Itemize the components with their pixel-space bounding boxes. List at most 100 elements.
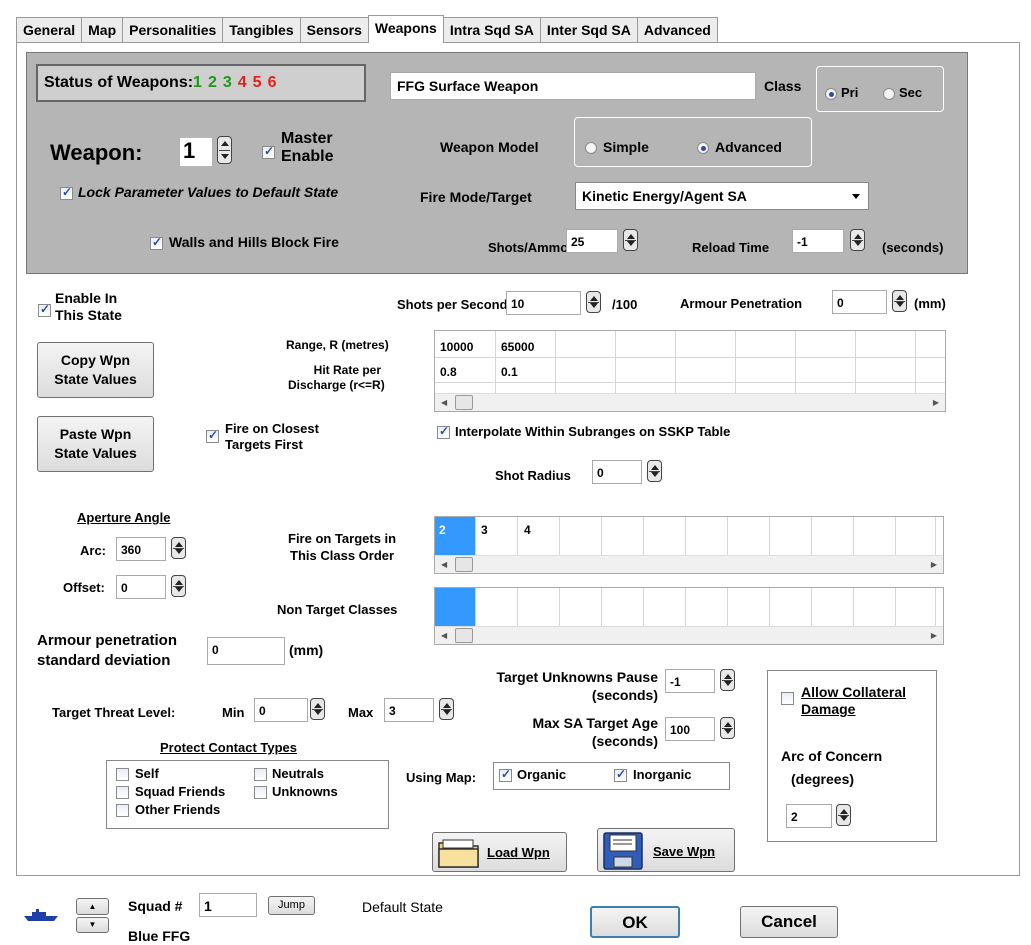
scroll-right-icon[interactable]: ▶ [931,631,937,640]
ok-button[interactable]: OK [590,906,680,938]
non-target-scrollbar[interactable]: ◀ ▶ [435,626,943,644]
threat-min-input[interactable]: 0 [254,698,308,722]
class-order-cell[interactable]: 2 [439,523,446,537]
non-target-selected-cell[interactable] [435,588,475,626]
range-cell[interactable]: 65000 [501,340,534,354]
scroll-left-icon[interactable]: ◀ [441,398,447,407]
fire-mode-select[interactable]: Kinetic Energy/Agent SA [575,182,869,210]
range-cell[interactable]: 10000 [440,340,473,354]
fire-closest-line1: Fire on Closest [225,421,319,436]
master-enable-checkbox[interactable] [262,144,275,159]
threat-max-input[interactable]: 3 [384,698,434,722]
unknowns-pause-input[interactable]: -1 [665,669,715,693]
organic-label: Organic [517,767,567,782]
threat-min-spinner[interactable] [310,698,325,720]
hit-cell[interactable]: 0.8 [440,365,457,379]
armour-sd-input[interactable]: 0 [207,637,285,665]
protect-other-friends-checkbox[interactable] [116,804,129,817]
aperture-title: Aperture Angle [77,510,171,525]
copy-state-button[interactable]: Copy Wpn State Values [37,342,154,398]
interpolate-checkbox[interactable] [437,424,450,439]
model-simple-radio[interactable] [585,142,597,154]
shot-radius-spinner[interactable] [647,460,662,482]
shots-ammo-spinner[interactable] [623,229,638,251]
protect-unknowns-checkbox[interactable] [254,786,267,799]
shots-ammo-input[interactable]: 25 [566,229,618,253]
load-weapon-button[interactable]: Load Wpn [432,832,567,872]
scroll-thumb[interactable] [455,557,473,572]
squad-number-input[interactable]: 1 [199,893,257,917]
cancel-button[interactable]: Cancel [740,906,838,938]
class-order-table[interactable]: 2 3 4 ◀ ▶ [434,516,944,574]
class-order-cell[interactable]: 4 [524,523,531,537]
enable-state-checkbox[interactable] [38,302,51,317]
arc-spinner[interactable] [171,537,186,559]
grid-line [475,588,476,626]
offset-input[interactable]: 0 [116,575,166,599]
sskp-scrollbar[interactable]: ◀ ▶ [435,393,945,411]
reload-input[interactable]: -1 [792,229,844,253]
sskp-table[interactable]: 10000 65000 0.8 0.1 ◀ ▶ [434,330,946,412]
model-advanced-label: Advanced [715,139,782,155]
jump-button[interactable]: Jump [268,896,315,915]
tab-inter-sqd-sa[interactable]: Inter Sqd SA [539,17,638,43]
organic-checkbox[interactable] [499,767,512,782]
weapon-name-input[interactable]: FFG Surface Weapon [390,72,756,100]
protect-neutrals-checkbox[interactable] [254,768,267,781]
scroll-thumb[interactable] [455,395,473,410]
tab-sensors[interactable]: Sensors [299,17,369,43]
hit-cell[interactable]: 0.1 [501,365,518,379]
scroll-left-icon[interactable]: ◀ [441,560,447,569]
tab-map[interactable]: Map [81,17,124,43]
tab-intra-sqd-sa[interactable]: Intra Sqd SA [442,17,541,43]
squad-up-button[interactable]: ▲ [76,898,109,915]
protect-squad-friends-checkbox[interactable] [116,786,129,799]
shots-per-second-input[interactable]: 10 [506,291,581,315]
inorganic-checkbox[interactable] [614,767,627,782]
weapon-spinner[interactable] [217,136,232,164]
shots-per-second-spinner[interactable] [586,291,601,313]
class-order-scrollbar[interactable]: ◀ ▶ [435,555,943,573]
class-pri-radio[interactable] [825,88,837,100]
shot-radius-input[interactable]: 0 [592,460,642,484]
max-sa-spinner[interactable] [720,717,735,739]
walls-block-checkbox[interactable] [150,235,163,250]
tab-tangibles[interactable]: Tangibles [222,17,301,43]
save-weapon-button[interactable]: Save Wpn [597,828,735,872]
squad-down-button[interactable]: ▼ [76,917,109,933]
tab-weapons[interactable]: Weapons [367,15,444,43]
scroll-thumb[interactable] [455,628,473,643]
tab-advanced[interactable]: Advanced [636,17,718,43]
model-advanced-radio[interactable] [697,142,709,154]
tab-general[interactable]: General [16,17,83,43]
class-order-cell[interactable]: 3 [481,523,488,537]
unknowns-pause-line2: (seconds) [591,687,658,703]
collateral-checkbox[interactable] [781,692,794,705]
grid-line [795,331,796,393]
fire-closest-checkbox[interactable] [206,428,219,443]
armour-pen-input[interactable]: 0 [832,290,887,314]
arc-input[interactable]: 360 [116,537,166,561]
non-target-table[interactable]: ◀ ▶ [434,587,944,645]
tab-personalities[interactable]: Personalities [122,17,224,43]
arc-concern-label: Arc of Concern (degrees) [781,745,882,791]
scroll-right-icon[interactable]: ▶ [933,398,939,407]
armour-pen-spinner[interactable] [892,290,907,312]
scroll-right-icon[interactable]: ▶ [931,560,937,569]
threat-max-spinner[interactable] [439,698,454,720]
armour-sd-unit: (mm) [289,642,324,658]
arc-concern-input[interactable]: 2 [786,804,832,828]
grid-line [643,588,644,626]
offset-spinner[interactable] [171,575,186,597]
unknowns-pause-spinner[interactable] [720,669,735,691]
scroll-left-icon[interactable]: ◀ [441,631,447,640]
max-sa-line1: Max SA Target Age [532,715,658,731]
class-sec-radio[interactable] [883,88,895,100]
lock-params-checkbox[interactable] [60,185,73,200]
walls-block-label: Walls and Hills Block Fire [169,234,339,250]
protect-self-checkbox[interactable] [116,768,129,781]
paste-state-button[interactable]: Paste Wpn State Values [37,416,154,472]
reload-spinner[interactable] [850,229,865,251]
max-sa-input[interactable]: 100 [665,717,715,741]
arc-concern-spinner[interactable] [836,804,851,826]
